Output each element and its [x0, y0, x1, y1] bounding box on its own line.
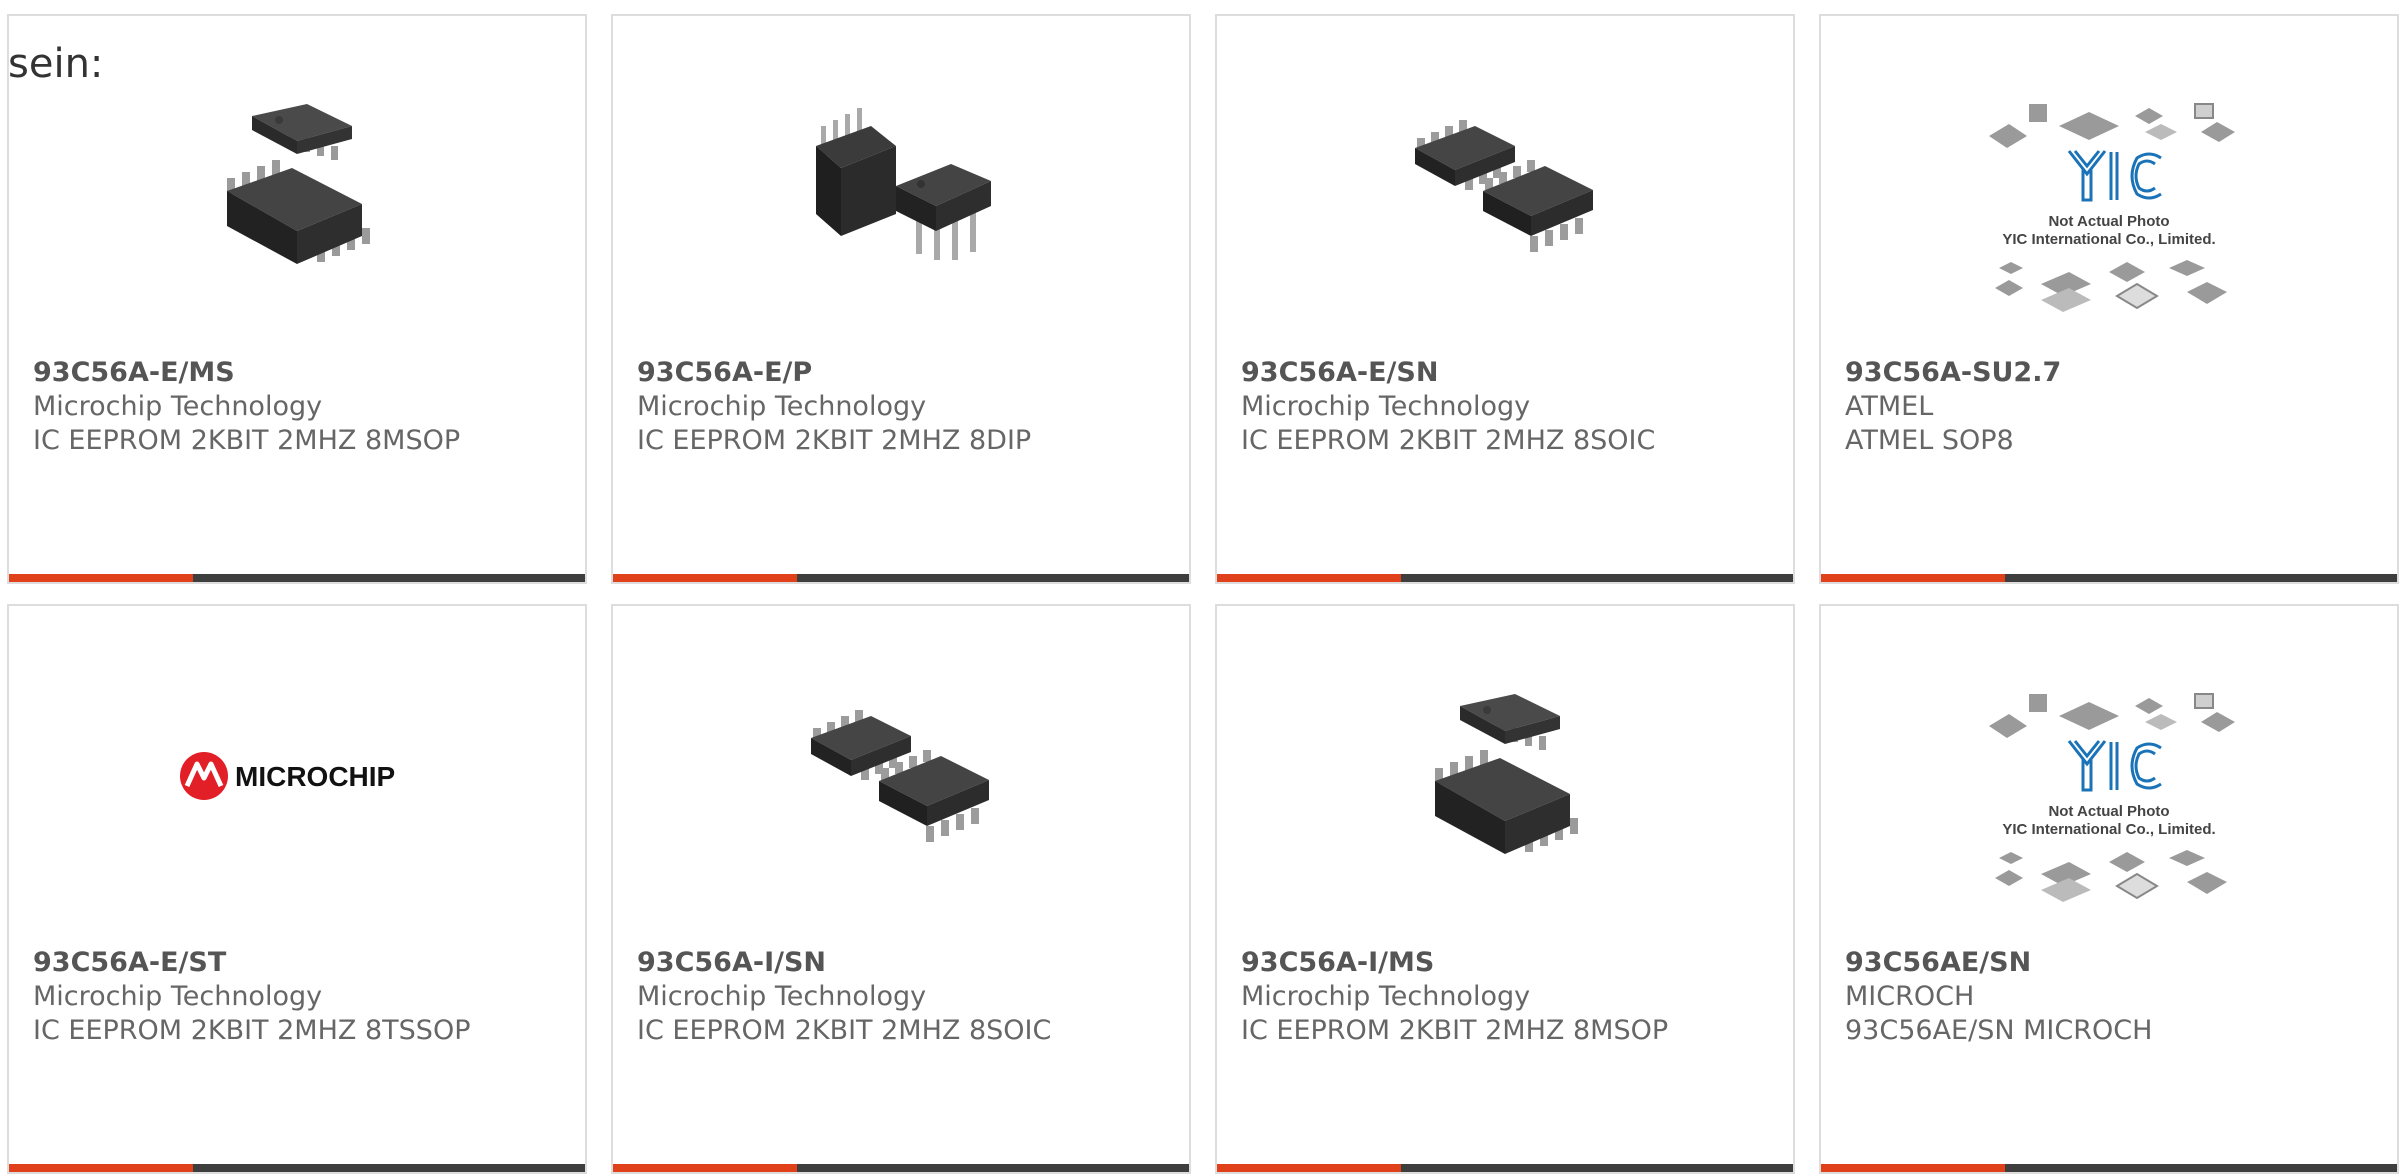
yic-caption-1: Not Actual Photo	[2048, 213, 2169, 230]
description: IC EEPROM 2KBIT 2MHZ 8SOIC	[637, 1015, 1052, 1046]
card-accent-bar	[1217, 574, 1402, 582]
yic-placeholder-image[interactable]: Not Actual Photo YIC International Co., …	[1969, 686, 2249, 926]
product-card[interactable]: MICROCHIP 93C56A-E/ST Microchip Technolo…	[7, 604, 587, 1174]
yic-caption-1: Not Actual Photo	[2048, 803, 2169, 820]
soic-chip-image[interactable]	[1405, 86, 1605, 286]
product-card[interactable]: 93C56A-E/MS Microchip Technology IC EEPR…	[7, 14, 587, 584]
description: IC EEPROM 2KBIT 2MHZ 8SOIC	[1241, 425, 1656, 456]
product-card[interactable]: 93C56A-I/SN Microchip Technology IC EEPR…	[611, 604, 1191, 1174]
part-number[interactable]: 93C56A-SU2.7	[1845, 356, 2377, 390]
dip-chip-image[interactable]	[801, 86, 1001, 286]
msop-chip-image[interactable]	[197, 86, 397, 286]
card-bottom-bar	[9, 1164, 585, 1172]
manufacturer: MICROCH	[1845, 981, 1975, 1012]
manufacturer: ATMEL	[1845, 391, 1934, 422]
product-grid: 93C56A-E/MS Microchip Technology IC EEPR…	[7, 14, 2399, 1174]
microchip-logo-text: MICROCHIP	[235, 761, 395, 792]
description: IC EEPROM 2KBIT 2MHZ 8MSOP	[33, 425, 461, 456]
product-info: 93C56A-E/ST Microchip Technology IC EEPR…	[33, 946, 565, 1048]
yic-caption-2: YIC International Co., Limited.	[2002, 231, 2215, 248]
description: IC EEPROM 2KBIT 2MHZ 8TSSOP	[33, 1015, 471, 1046]
part-number[interactable]: 93C56AE/SN	[1845, 946, 2377, 980]
part-number[interactable]: 93C56A-E/P	[637, 356, 1169, 390]
card-accent-bar	[1821, 574, 2006, 582]
product-info: 93C56A-E/SN Microchip Technology IC EEPR…	[1241, 356, 1773, 458]
card-bottom-bar	[9, 574, 585, 582]
manufacturer: Microchip Technology	[637, 981, 927, 1012]
part-number[interactable]: 93C56A-E/ST	[33, 946, 565, 980]
part-number[interactable]: 93C56A-E/MS	[33, 356, 565, 390]
microchip-logo-image[interactable]: MICROCHIP	[177, 676, 417, 876]
manufacturer: Microchip Technology	[33, 391, 323, 422]
card-bottom-bar	[1821, 1164, 2397, 1172]
card-accent-bar	[9, 1164, 194, 1172]
part-number[interactable]: 93C56A-I/SN	[637, 946, 1169, 980]
card-bottom-bar	[613, 1164, 1189, 1172]
product-card[interactable]: 93C56A-E/P Microchip Technology IC EEPRO…	[611, 14, 1191, 584]
product-info: 93C56A-E/P Microchip Technology IC EEPRO…	[637, 356, 1169, 458]
card-accent-bar	[613, 574, 798, 582]
part-number[interactable]: 93C56A-E/SN	[1241, 356, 1773, 390]
msop-chip-image[interactable]	[1405, 676, 1605, 876]
yic-placeholder-image[interactable]: Not Actual Photo YIC International Co., …	[1969, 96, 2249, 336]
product-info: 93C56A-SU2.7 ATMEL ATMEL SOP8	[1845, 356, 2377, 458]
product-info: 93C56AE/SN MICROCH 93C56AE/SN MICROCH	[1845, 946, 2377, 1048]
card-accent-bar	[1217, 1164, 1402, 1172]
card-bottom-bar	[1217, 1164, 1793, 1172]
product-card[interactable]: Not Actual Photo YIC International Co., …	[1819, 604, 2399, 1174]
part-number[interactable]: 93C56A-I/MS	[1241, 946, 1773, 980]
card-accent-bar	[613, 1164, 798, 1172]
product-info: 93C56A-E/MS Microchip Technology IC EEPR…	[33, 356, 565, 458]
product-card[interactable]: Not Actual Photo YIC International Co., …	[1819, 14, 2399, 584]
soic-chip-image[interactable]	[801, 676, 1001, 876]
card-bottom-bar	[1217, 574, 1793, 582]
yic-caption-2: YIC International Co., Limited.	[2002, 821, 2215, 838]
description: 93C56AE/SN MICROCH	[1845, 1015, 2153, 1046]
manufacturer: Microchip Technology	[1241, 391, 1531, 422]
product-info: 93C56A-I/MS Microchip Technology IC EEPR…	[1241, 946, 1773, 1048]
description: IC EEPROM 2KBIT 2MHZ 8DIP	[637, 425, 1032, 456]
card-accent-bar	[1821, 1164, 2006, 1172]
product-info: 93C56A-I/SN Microchip Technology IC EEPR…	[637, 946, 1169, 1048]
card-bottom-bar	[613, 574, 1189, 582]
intro-text: sein:	[8, 41, 104, 87]
card-accent-bar	[9, 574, 194, 582]
manufacturer: Microchip Technology	[33, 981, 323, 1012]
description: ATMEL SOP8	[1845, 425, 2014, 456]
product-card[interactable]: 93C56A-I/MS Microchip Technology IC EEPR…	[1215, 604, 1795, 1174]
manufacturer: Microchip Technology	[1241, 981, 1531, 1012]
card-bottom-bar	[1821, 574, 2397, 582]
product-card[interactable]: 93C56A-E/SN Microchip Technology IC EEPR…	[1215, 14, 1795, 584]
description: IC EEPROM 2KBIT 2MHZ 8MSOP	[1241, 1015, 1669, 1046]
manufacturer: Microchip Technology	[637, 391, 927, 422]
